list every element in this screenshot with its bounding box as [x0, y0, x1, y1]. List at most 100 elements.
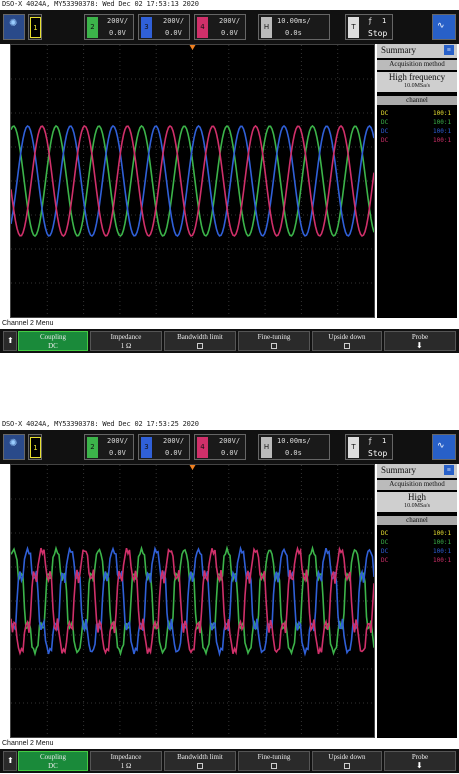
ch2-coupling: DC	[381, 539, 389, 546]
softkey-probe[interactable]: Probe ⬇	[384, 751, 456, 771]
ch2-indicator[interactable]: 2 200V/ 0.0V	[84, 14, 134, 40]
sample-rate: 10.0MSa/s	[377, 503, 457, 512]
ch3-coupling: DC	[381, 548, 389, 555]
upside-checkbox[interactable]	[344, 763, 350, 769]
ch2-probe: 100:1	[433, 539, 452, 546]
summary-header[interactable]: Summary ≡	[377, 464, 457, 478]
back-button[interactable]: ⬆	[3, 331, 17, 351]
softkey-impedance-label: Impedance	[110, 333, 142, 341]
agilent-logo-button[interactable]: ✺	[3, 434, 25, 460]
ch4-probe: 100:1	[433, 137, 452, 144]
horizontal-indicator[interactable]: H 10.00ms/ 0.0s	[258, 14, 330, 40]
horizontal-indicator[interactable]: H 10.00ms/ 0.0s	[258, 434, 330, 460]
arrow-up-icon: ⬆	[7, 756, 14, 765]
summary-panel: Summary ≡ Acquisition method High 10.0MS…	[377, 464, 457, 738]
channel-label: channel	[377, 96, 457, 105]
acquisition-label: Acquisition method	[377, 60, 457, 70]
ch1-coupling: DC	[381, 110, 389, 117]
softkey-coupling[interactable]: Coupling DC	[18, 751, 88, 771]
softkey-bandwidth-label: Bandwidth limit	[177, 333, 223, 341]
trigger-label: T	[348, 17, 359, 38]
acquisition-mode: High	[377, 492, 457, 503]
top-status-bar: ✺ 1 2 200V/ 0.0V 3 200V/ 0.0V 4 200V/ 0.…	[0, 430, 459, 464]
back-button[interactable]: ⬆	[3, 751, 17, 771]
ch1-indicator[interactable]: 1	[28, 14, 42, 40]
ch2-scale: 200V/	[107, 437, 129, 445]
ch2-indicator[interactable]: 2 200V/ 0.0V	[84, 434, 134, 460]
trigger-level: 1	[382, 437, 387, 445]
ch3-indicator[interactable]: 3 200V/ 0.0V	[138, 434, 190, 460]
softkey-impedance[interactable]: Impedance 1 Ω	[90, 331, 162, 351]
ch3-coupling: DC	[381, 128, 389, 135]
menu-title: Channel 2 Menu	[2, 740, 54, 747]
waveform-math-button[interactable]: ∿	[432, 434, 456, 460]
horizontal-scale: 10.00ms/	[277, 17, 311, 25]
summary-panel: Summary ≡ Acquisition method High freque…	[377, 44, 457, 318]
trigger-level: 1	[382, 17, 387, 25]
ch3-probe: 100:1	[433, 548, 452, 555]
waveform-svg	[11, 45, 374, 317]
fine-checkbox[interactable]	[271, 343, 277, 349]
run-state: Stop	[368, 449, 388, 458]
ch3-offset: 0.0V	[165, 29, 182, 37]
summary-header[interactable]: Summary ≡	[377, 44, 457, 58]
softkey-impedance[interactable]: Impedance 1 Ω	[90, 751, 162, 771]
ch1-probe: 100:1	[433, 530, 452, 537]
trigger-position-marker	[189, 45, 196, 50]
softkey-bandwidth-limit[interactable]: Bandwidth limit	[164, 751, 236, 771]
ch1-probe: 100:1	[433, 110, 452, 117]
arrow-up-icon: ⬆	[7, 336, 14, 345]
agilent-logo-button[interactable]: ✺	[3, 14, 25, 40]
starburst-icon: ✺	[9, 18, 18, 29]
ch1-number: 1	[30, 437, 41, 458]
ch3-indicator[interactable]: 3 200V/ 0.0V	[138, 14, 190, 40]
softkey-bar: ⬆ Coupling DC Impedance 1 Ω Bandwidth li…	[0, 329, 459, 353]
horizontal-delay: 0.0s	[285, 449, 302, 457]
waveform-math-button[interactable]: ∿	[432, 14, 456, 40]
ch4-scale: 200V/	[219, 437, 241, 445]
softkey-upside-down[interactable]: Upside down	[312, 331, 382, 351]
softkey-coupling-label: Coupling	[39, 753, 67, 761]
horizontal-label: H	[261, 17, 272, 38]
softkey-coupling[interactable]: Coupling DC	[18, 331, 88, 351]
softkey-probe[interactable]: Probe ⬇	[384, 331, 456, 351]
summary-menu-icon[interactable]: ≡	[444, 45, 454, 55]
ch3-scale: 200V/	[163, 437, 185, 445]
trigger-indicator[interactable]: T ƒ 1 Stop	[345, 14, 393, 40]
summary-menu-icon[interactable]: ≡	[444, 465, 454, 475]
horizontal-delay: 0.0s	[285, 29, 302, 37]
ch2-number: 2	[87, 17, 98, 38]
acquisition-label: Acquisition method	[377, 480, 457, 490]
softkey-upside-down[interactable]: Upside down	[312, 751, 382, 771]
softkey-bandwidth-limit[interactable]: Bandwidth limit	[164, 331, 236, 351]
scope-screenshot-1: DSO-X 4024A, MY53390378: Wed Dec 02 17:5…	[0, 0, 459, 360]
fine-checkbox[interactable]	[271, 763, 277, 769]
ch4-indicator[interactable]: 4 200V/ 0.0V	[194, 14, 246, 40]
bandwidth-checkbox[interactable]	[197, 343, 203, 349]
ch4-offset: 0.0V	[221, 449, 238, 457]
waveform-display[interactable]	[10, 44, 375, 318]
summary-title: Summary	[381, 465, 416, 475]
softkey-coupling-value: DC	[48, 342, 58, 350]
softkey-fine-tuning[interactable]: Fine-tuning	[238, 331, 310, 351]
softkey-probe-label: Probe	[411, 333, 429, 341]
scope-screenshot-2: DSO-X 4024A, MY53390378: Wed Dec 02 17:5…	[0, 420, 459, 774]
ch1-indicator[interactable]: 1	[28, 434, 42, 460]
trigger-position-marker	[189, 465, 196, 470]
softkey-impedance-value: 1 Ω	[120, 342, 132, 350]
arrow-down-icon: ⬇	[416, 341, 423, 350]
ch2-probe: 100:1	[433, 119, 452, 126]
waveform-display[interactable]	[10, 464, 375, 738]
trigger-symbol: ƒ	[368, 17, 373, 25]
softkey-fine-tuning[interactable]: Fine-tuning	[238, 751, 310, 771]
ch2-offset: 0.0V	[109, 29, 126, 37]
ch4-indicator[interactable]: 4 200V/ 0.0V	[194, 434, 246, 460]
ch4-scale: 200V/	[219, 17, 241, 25]
run-state: Stop	[368, 29, 388, 38]
sample-rate: 10.0MSa/s	[377, 83, 457, 92]
bandwidth-checkbox[interactable]	[197, 763, 203, 769]
waveform-icon: ∿	[437, 21, 445, 31]
upside-checkbox[interactable]	[344, 343, 350, 349]
trigger-indicator[interactable]: T ƒ 1 Stop	[345, 434, 393, 460]
ch4-coupling: DC	[381, 137, 389, 144]
